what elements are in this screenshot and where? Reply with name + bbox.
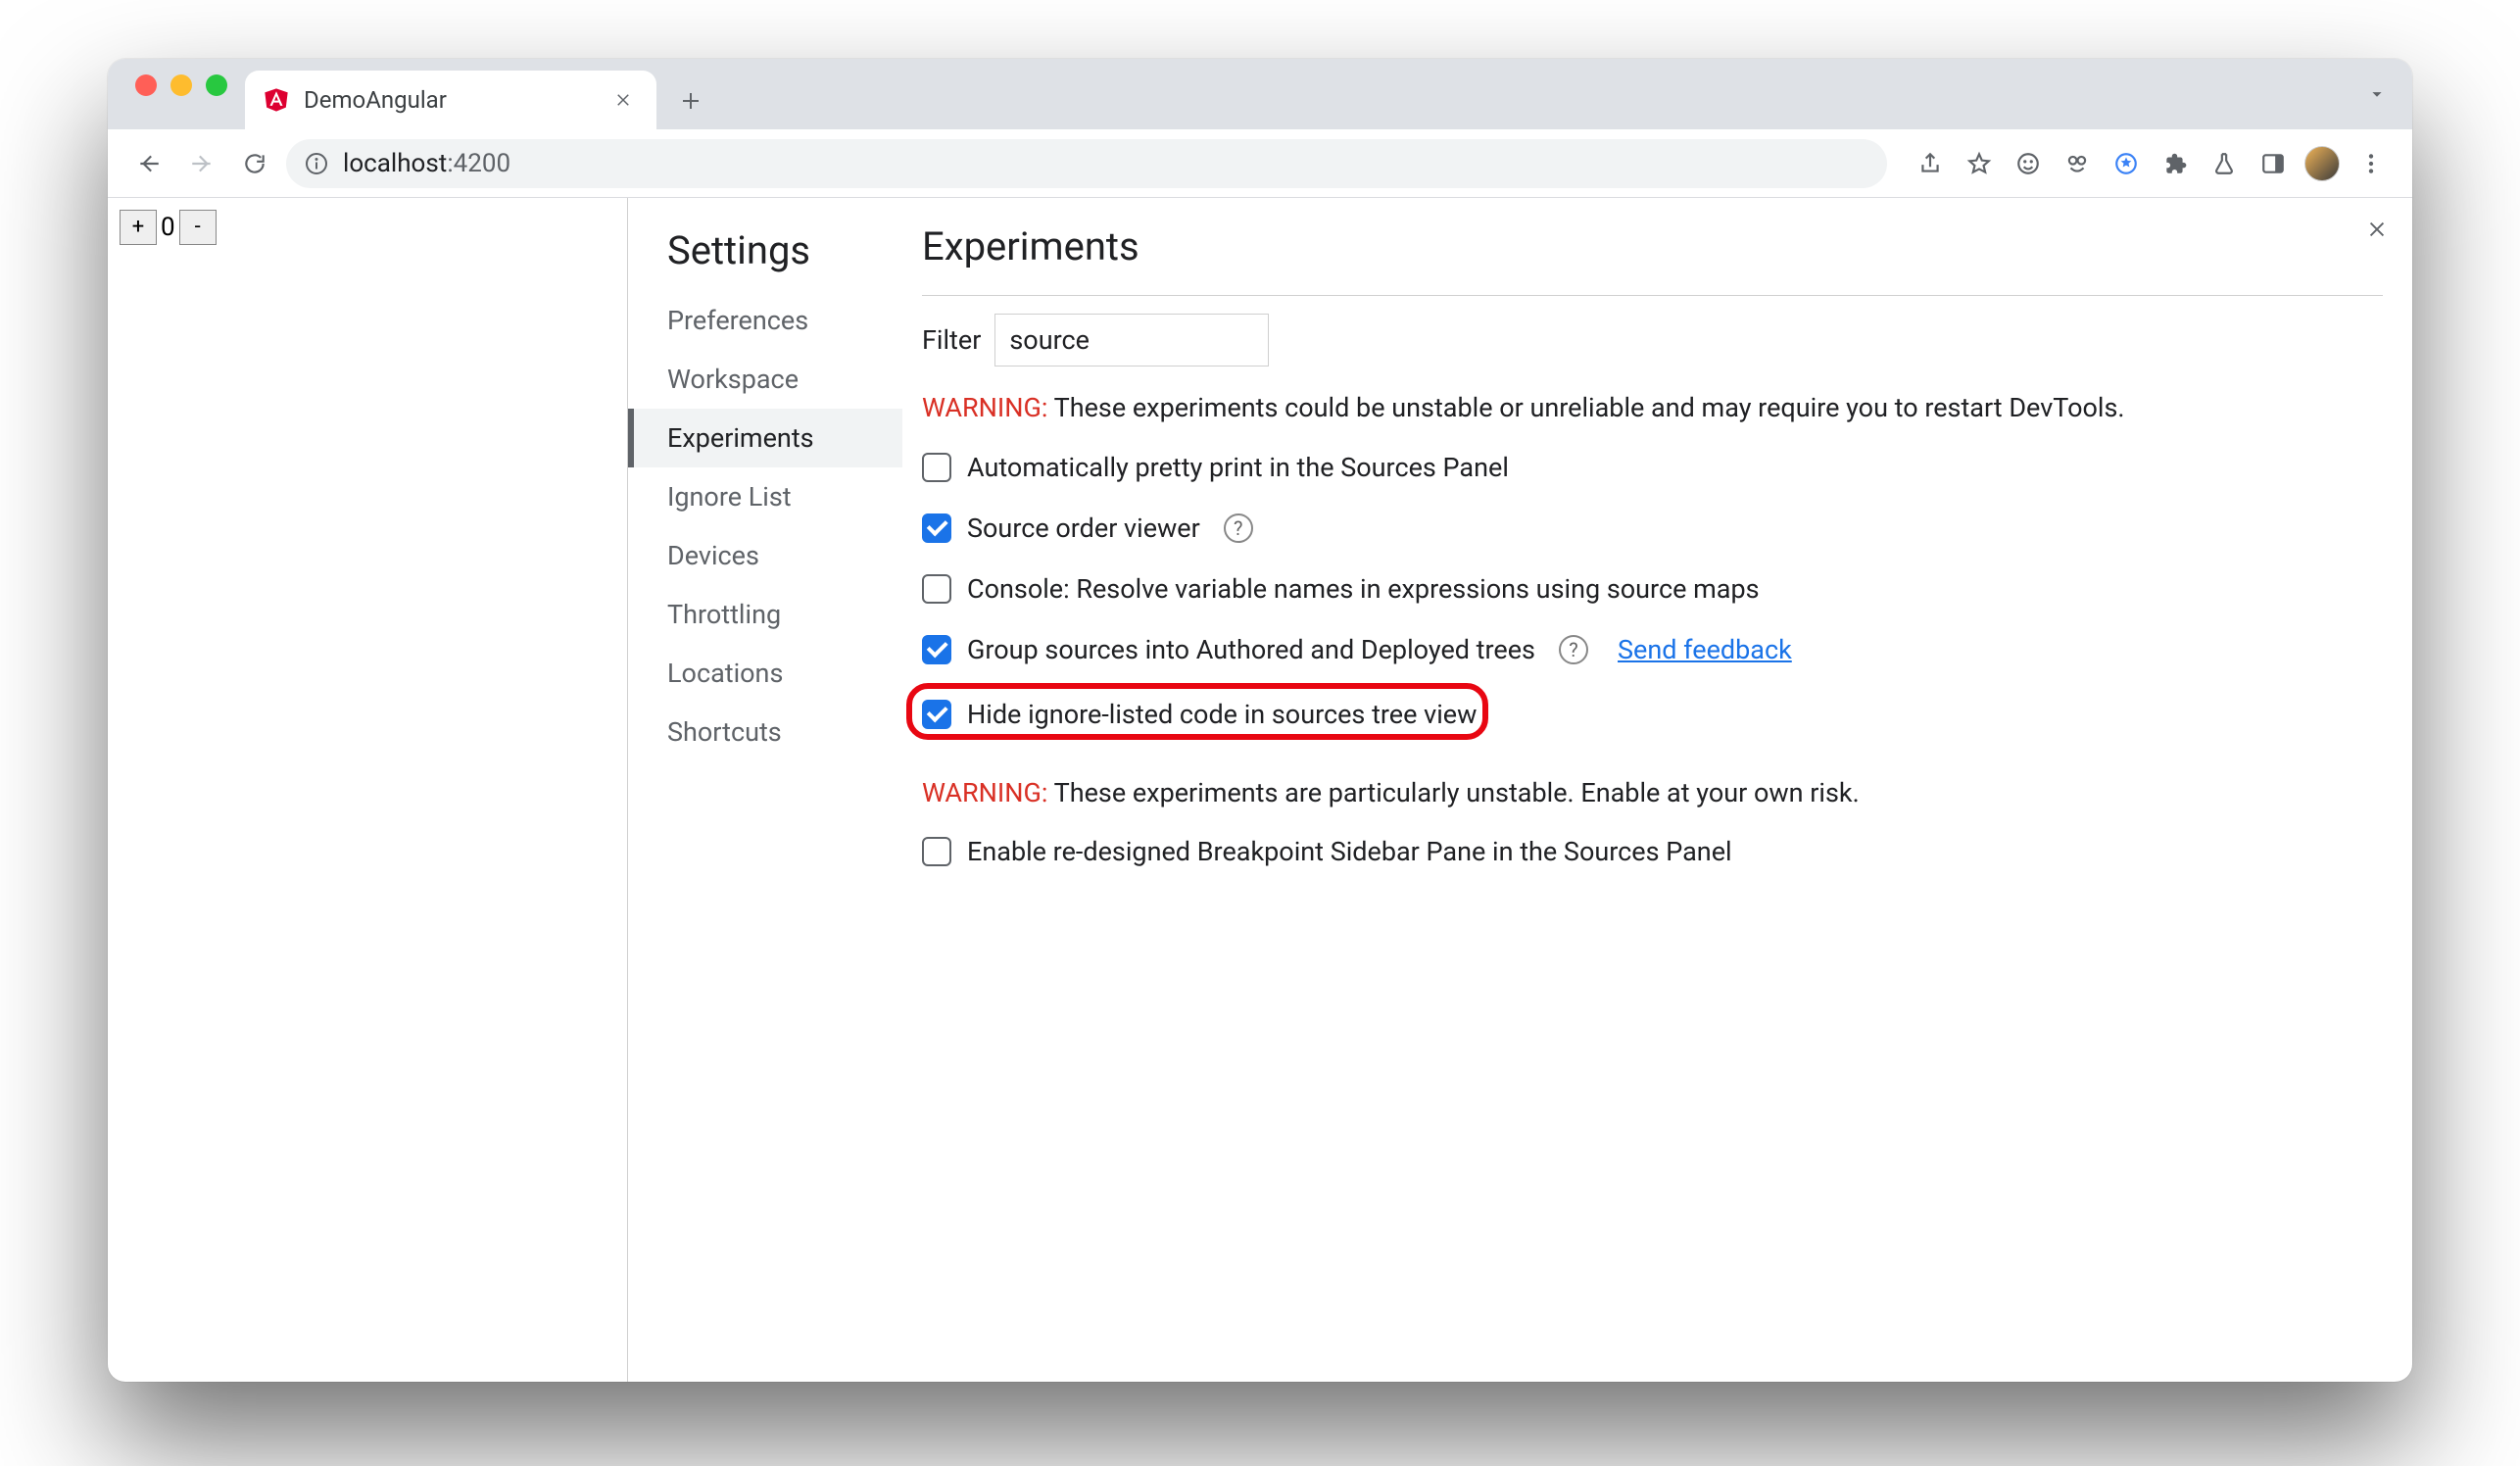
extension-icon-1[interactable] xyxy=(2007,142,2050,185)
extension-icon-3[interactable] xyxy=(2105,142,2148,185)
tab-title: DemoAngular xyxy=(304,86,447,114)
settings-nav-item[interactable]: Throttling xyxy=(628,585,902,644)
counter-decrement-button[interactable]: - xyxy=(179,210,217,245)
experiment-checkbox[interactable] xyxy=(922,513,951,543)
warning-2: WARNING: These experiments are particula… xyxy=(922,773,2383,813)
counter-widget: + 0 - xyxy=(120,210,615,245)
profile-avatar[interactable] xyxy=(2301,142,2344,185)
warning-1: WARNING: These experiments could be unst… xyxy=(922,388,2383,428)
browser-window: DemoAngular xyxy=(108,59,2412,1382)
settings-nav-item[interactable]: Devices xyxy=(628,526,902,585)
experiment-checkbox[interactable] xyxy=(922,700,951,729)
experiment-label: Hide ignore-listed code in sources tree … xyxy=(967,699,1477,730)
extensions-puzzle-icon[interactable] xyxy=(2154,142,2197,185)
experiment-label: Console: Resolve variable names in expre… xyxy=(967,573,1760,605)
settings-nav-item[interactable]: Shortcuts xyxy=(628,703,902,761)
experiment-row: Source order viewer? xyxy=(922,513,2383,544)
experiment-checkbox[interactable] xyxy=(922,453,951,482)
tab-strip: DemoAngular xyxy=(108,59,2412,129)
filter-label: Filter xyxy=(922,324,981,356)
reload-button[interactable] xyxy=(233,142,276,185)
experiments-list: Automatically pretty print in the Source… xyxy=(922,452,2383,734)
counter-increment-button[interactable]: + xyxy=(120,210,157,245)
side-panel-icon[interactable] xyxy=(2252,142,2295,185)
browser-tab[interactable]: DemoAngular xyxy=(245,71,656,129)
experiment-row: Group sources into Authored and Deployed… xyxy=(922,634,2383,665)
help-icon[interactable]: ? xyxy=(1559,635,1588,664)
settings-nav-item[interactable]: Locations xyxy=(628,644,902,703)
settings-title: Settings xyxy=(628,223,902,291)
window-minimize-button[interactable] xyxy=(170,74,192,96)
filter-row: Filter xyxy=(922,314,2383,366)
site-info-icon[interactable] xyxy=(304,151,329,176)
settings-main: Experiments Filter WARNING: These experi… xyxy=(902,198,2412,1382)
labs-flask-icon[interactable] xyxy=(2203,142,2246,185)
toolbar-actions xyxy=(1909,142,2393,185)
settings-nav-item[interactable]: Experiments xyxy=(628,409,902,467)
counter-value: 0 xyxy=(157,210,179,245)
experiment-label: Source order viewer xyxy=(967,513,1200,544)
experiments-title: Experiments xyxy=(922,223,2383,269)
page-pane: + 0 - xyxy=(108,198,627,1382)
window-controls xyxy=(123,74,245,114)
settings-nav-item[interactable]: Workspace xyxy=(628,350,902,409)
settings-nav-item[interactable]: Ignore List xyxy=(628,467,902,526)
new-tab-button[interactable] xyxy=(666,76,715,125)
tab-close-button[interactable] xyxy=(609,86,637,114)
unstable-experiments-list: Enable re-designed Breakpoint Sidebar Pa… xyxy=(922,836,2383,867)
tabs-dropdown-button[interactable] xyxy=(2357,74,2397,114)
experiment-row: Hide ignore-listed code in sources tree … xyxy=(922,695,2383,734)
settings-nav-item[interactable]: Preferences xyxy=(628,291,902,350)
experiment-label: Enable re-designed Breakpoint Sidebar Pa… xyxy=(967,836,1732,867)
content-area: + 0 - Settings PreferencesWorkspaceExper… xyxy=(108,198,2412,1382)
help-icon[interactable]: ? xyxy=(1224,513,1253,543)
bookmark-star-icon[interactable] xyxy=(1958,142,2001,185)
experiment-checkbox[interactable] xyxy=(922,837,951,866)
url-text: localhost:4200 xyxy=(343,149,510,178)
experiment-row: Enable re-designed Breakpoint Sidebar Pa… xyxy=(922,836,2383,867)
experiment-row: Automatically pretty print in the Source… xyxy=(922,452,2383,483)
send-feedback-link[interactable]: Send feedback xyxy=(1618,634,1792,665)
devtools-settings-panel: Settings PreferencesWorkspaceExperiments… xyxy=(627,198,2412,1382)
browser-menu-button[interactable] xyxy=(2350,142,2393,185)
divider xyxy=(922,295,2383,296)
browser-toolbar: localhost:4200 xyxy=(108,129,2412,198)
window-maximize-button[interactable] xyxy=(206,74,227,96)
settings-sidebar: Settings PreferencesWorkspaceExperiments… xyxy=(628,198,902,1382)
experiment-checkbox[interactable] xyxy=(922,574,951,604)
settings-close-button[interactable] xyxy=(2359,212,2395,247)
experiment-label: Automatically pretty print in the Source… xyxy=(967,452,1509,483)
experiment-row: Console: Resolve variable names in expre… xyxy=(922,573,2383,605)
share-icon[interactable] xyxy=(1909,142,1952,185)
forward-button[interactable] xyxy=(180,142,223,185)
experiment-label: Group sources into Authored and Deployed… xyxy=(967,634,1535,665)
window-close-button[interactable] xyxy=(135,74,157,96)
extension-icon-2[interactable] xyxy=(2056,142,2099,185)
back-button[interactable] xyxy=(127,142,170,185)
address-bar[interactable]: localhost:4200 xyxy=(286,139,1887,188)
experiment-checkbox[interactable] xyxy=(922,635,951,664)
filter-input[interactable] xyxy=(994,314,1269,366)
angular-icon xyxy=(263,86,290,114)
settings-nav: PreferencesWorkspaceExperimentsIgnore Li… xyxy=(628,291,902,761)
